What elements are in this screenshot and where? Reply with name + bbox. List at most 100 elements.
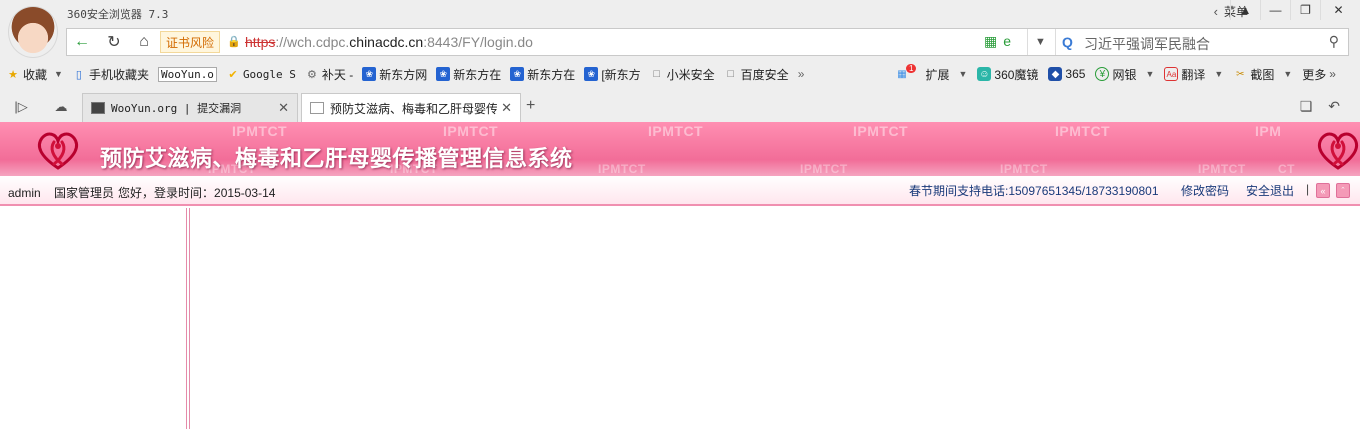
bookmark-butian[interactable]: ⚙ 补天 - [305,66,353,83]
bookmark-label: 收藏 [23,67,48,82]
url-prefix: ://wch.cdpc. [275,34,350,50]
bank-button[interactable]: ¥ 网银 ▼ [1095,66,1154,83]
logout-link[interactable]: 安全退出 [1246,182,1294,199]
banner-watermark: IPMTCT [1055,123,1111,139]
bookmark-xdf-3[interactable]: ❀ 新东方在 [510,66,575,83]
browser-chrome: 360安全浏览器 7.3 ‹ 菜单 ▲ — ❐ ✕ ← ↻ ⌂ 证书风险 🔒 h… [0,0,1360,122]
collapse-header-icon[interactable]: ˆ [1336,183,1350,198]
banner-watermark: IPMTCT [1198,162,1246,176]
bookmark-google[interactable]: ✔ Google S [226,67,296,81]
address-input[interactable]: https://wch.cdpc.chinacdc.cn:8443/FY/log… [245,34,533,50]
chevron-left-icon[interactable]: ‹ [1214,4,1218,19]
broken-lock-icon[interactable]: 🔒 [227,35,241,49]
bookmark-xdf-1[interactable]: ❀ 新东方网 [362,66,427,83]
screenshot-button[interactable]: ✂ 截图 ▼ [1233,66,1292,83]
tab-label: WooYun.org | 提交漏洞 [111,102,242,115]
tool-label: 截图 [1250,67,1275,82]
banner-watermark: IPM [1255,123,1282,139]
bookmark-label: 手机收藏夹 [88,67,149,82]
tab-wooyun[interactable]: WooYun.org | 提交漏洞 ✕ [82,93,298,122]
close-tab-icon[interactable]: ✕ [501,100,512,116]
banner-watermark: IPMTCT [1000,162,1048,176]
bookmark-label: Google S [242,67,296,81]
tool-label: 翻译 [1181,67,1206,82]
chevron-down-icon[interactable]: ▼ [1214,69,1223,79]
extensions-button[interactable]: ▦ 1 扩展 ▼ [895,63,967,83]
back-button[interactable]: ← [67,29,97,55]
bookmark-wooyun[interactable]: WooYun.o [157,66,217,82]
bookmark-baidu-security[interactable]: □ 百度安全 [724,66,789,83]
bookmark-xdf-2[interactable]: ❀ 新东方在 [436,66,501,83]
skin-icon[interactable]: ▲ [1230,0,1260,20]
banner-watermark: IPMTCT [800,162,848,176]
page-icon: □ [653,68,660,80]
chevron-down-icon[interactable]: ▼ [1145,69,1154,79]
url-host: chinacdc.cn [349,34,424,50]
minimize-button[interactable]: — [1260,0,1290,20]
tab-list-icon[interactable]: ❏ [1300,98,1313,115]
close-button[interactable]: ✕ [1320,0,1356,20]
maximize-button[interactable]: ❐ [1290,0,1320,20]
mirror-button[interactable]: ☺ 360魔镜 [977,66,1038,83]
bookmark-label: [新东方 [601,67,641,82]
refresh-button[interactable]: ↻ [99,29,129,55]
home-button[interactable]: ⌂ [129,29,159,55]
user-avatar[interactable] [8,6,58,58]
main-content-frame [190,208,1360,429]
ribbon-heart-logo-icon [1317,132,1359,170]
chevron-down-icon[interactable]: ▼ [1283,69,1292,79]
system-title: 预防艾滋病、梅毒和乙肝母婴传播管理信息系统 [100,146,573,172]
bookmark-mobile[interactable]: ▯ 手机收藏夹 [72,66,149,83]
bookmarks-bar: ★ 收藏 ▼ ▯ 手机收藏夹 WooYun.o ✔ Google S ⚙ 补天 … [6,64,813,84]
bookmark-label: 补天 - [321,67,354,82]
user-role: 国家管理员 [54,186,115,200]
search-icon[interactable]: ⚲ [1329,33,1339,50]
more-button[interactable]: 更多 » [1302,66,1336,83]
translate-button[interactable]: Aa 翻译 ▼ [1164,66,1223,83]
certificate-warning-button[interactable]: 证书风险 [160,31,221,53]
tool-label: 365 [1065,67,1086,81]
change-password-link[interactable]: 修改密码 [1181,182,1229,199]
cloud-icon[interactable]: ☁ [50,97,72,117]
tab-active-page[interactable]: 预防艾滋病、梅毒和乙肝母婴传 ✕ [301,93,521,122]
new-tab-button[interactable]: + [526,97,535,115]
address-bar-row: ← ↻ ⌂ 证书风险 🔒 https://wch.cdpc.chinacdc.c… [66,28,1349,56]
undo-close-icon[interactable]: ↶ [1328,98,1340,115]
search-engine-icon[interactable]: Q [1062,34,1073,50]
chevron-down-icon[interactable]: ▼ [1027,29,1053,55]
qr-code-icon[interactable]: ▦ [984,33,997,50]
bookmark-favorites[interactable]: ★ 收藏 ▼ [6,66,63,83]
user-name: admin [8,186,41,200]
tool-label: 网银 [1112,67,1137,82]
tool-label: 扩展 [925,67,950,82]
banner-watermark: IPMTCT [853,123,909,139]
collapse-sidebar-icon[interactable]: « [1316,183,1330,198]
login-info: admin 国家管理员 您好，登录时间：2015-03-14 [8,184,285,201]
search-input[interactable]: Q 习近平强调军民融合 ⚲ [1055,29,1349,55]
ie-mode-icon[interactable]: e [1003,33,1011,50]
bookmark-label: 百度安全 [740,67,789,82]
address-bar-icons: ▦ e [984,33,1011,50]
mirror-icon: ☺ [977,67,992,81]
banner-watermark: IPMTCT [443,123,499,139]
close-tab-icon[interactable]: ✕ [278,100,289,116]
chevron-down-icon[interactable]: ▼ [958,69,967,79]
search-suggestion: 习近平强调军民融合 [1084,36,1210,52]
tab-strip: |▷ ☁ WooYun.org | 提交漏洞 ✕ 预防艾滋病、梅毒和乙肝母婴传 … [0,93,1360,122]
window-controls: ▲ — ❐ ✕ [1230,0,1356,20]
toolbar-extensions: ▦ 1 扩展 ▼ ☺ 360魔镜 ◆ 365 ¥ 网银 ▼ Aa 翻译 ▼ ✂ … [895,63,1346,84]
bookmark-xiaomi[interactable]: □ 小米安全 [650,66,714,83]
page-favicon-icon [310,102,324,114]
extensions-badge: 1 [906,63,917,73]
sidebar-toggle-icon[interactable]: |▷ [10,97,32,117]
bookmark-label: 新东方网 [379,67,428,82]
phone-icon: ▯ [75,68,82,81]
bookmark-xdf-4[interactable]: ❀ [新东方 [584,66,641,83]
chevron-down-icon[interactable]: ▼ [54,69,63,79]
more-bookmarks-button[interactable]: » [798,67,805,81]
url-suffix: :8443/FY/login.do [423,34,533,50]
star-add-icon: ★ [8,68,18,81]
bookmark-label: 新东方在 [527,67,576,82]
security-365-button[interactable]: ◆ 365 [1048,67,1085,81]
tab-strip-actions: ❏ ↶ [1300,98,1340,115]
